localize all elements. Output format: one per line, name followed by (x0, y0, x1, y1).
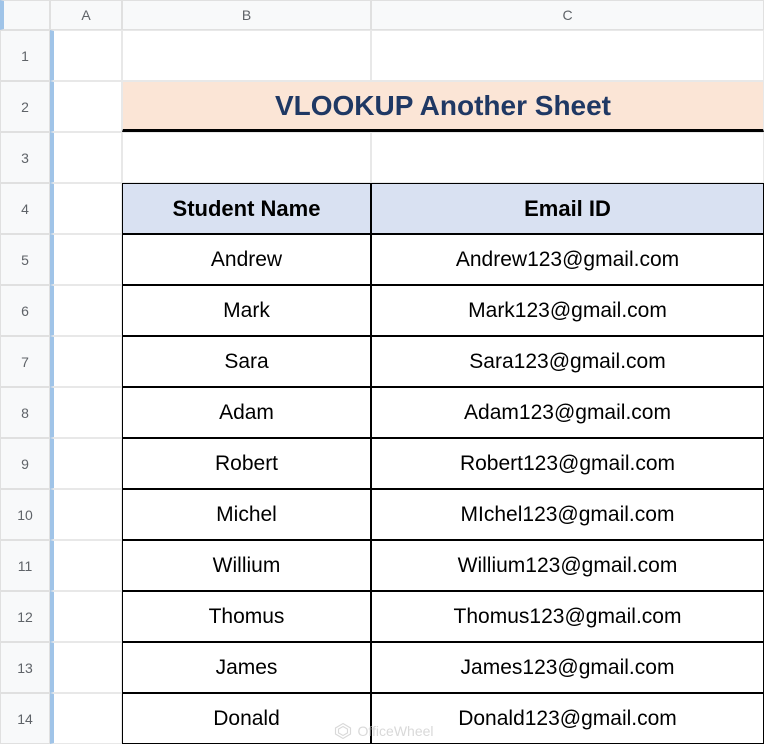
table-row[interactable]: Robert123@gmail.com (371, 438, 764, 489)
row-header-4[interactable]: 4 (0, 183, 50, 234)
cell-c3[interactable] (371, 132, 764, 183)
cell-c1[interactable] (371, 30, 764, 81)
table-row[interactable]: Adam123@gmail.com (371, 387, 764, 438)
cell-a13[interactable] (50, 642, 122, 693)
row-header-13[interactable]: 13 (0, 642, 50, 693)
spreadsheet-grid: A B C 1 2 VLOOKUP Another Sheet 3 4 Stud… (0, 0, 767, 744)
table-row[interactable]: MIchel123@gmail.com (371, 489, 764, 540)
table-header-email[interactable]: Email ID (371, 183, 764, 234)
row-header-7[interactable]: 7 (0, 336, 50, 387)
cell-a12[interactable] (50, 591, 122, 642)
cell-a14[interactable] (50, 693, 122, 744)
cell-a6[interactable] (50, 285, 122, 336)
row-header-1[interactable]: 1 (0, 30, 50, 81)
cell-a8[interactable] (50, 387, 122, 438)
row-header-8[interactable]: 8 (0, 387, 50, 438)
cell-a9[interactable] (50, 438, 122, 489)
watermark: OfficeWheel (334, 722, 434, 740)
table-row[interactable]: Thomus123@gmail.com (371, 591, 764, 642)
table-row[interactable]: James123@gmail.com (371, 642, 764, 693)
cell-a7[interactable] (50, 336, 122, 387)
table-row[interactable]: Robert (122, 438, 371, 489)
cell-a5[interactable] (50, 234, 122, 285)
col-header-a[interactable]: A (50, 0, 122, 30)
table-row[interactable]: Willium123@gmail.com (371, 540, 764, 591)
table-row[interactable]: Sara123@gmail.com (371, 336, 764, 387)
cell-a10[interactable] (50, 489, 122, 540)
table-header-name[interactable]: Student Name (122, 183, 371, 234)
row-header-5[interactable]: 5 (0, 234, 50, 285)
table-row[interactable]: Adam (122, 387, 371, 438)
table-row[interactable]: Michel (122, 489, 371, 540)
table-row[interactable]: Andrew (122, 234, 371, 285)
row-header-10[interactable]: 10 (0, 489, 50, 540)
table-row[interactable]: Mark123@gmail.com (371, 285, 764, 336)
row-header-14[interactable]: 14 (0, 693, 50, 744)
title-cell[interactable]: VLOOKUP Another Sheet (122, 81, 764, 132)
table-row[interactable]: Willium (122, 540, 371, 591)
cell-a1[interactable] (50, 30, 122, 81)
watermark-text: OfficeWheel (358, 723, 434, 739)
table-row[interactable]: Andrew123@gmail.com (371, 234, 764, 285)
logo-icon (334, 722, 352, 740)
cell-a2[interactable] (50, 81, 122, 132)
col-header-c[interactable]: C (371, 0, 764, 30)
select-all-corner[interactable] (0, 0, 50, 30)
row-header-9[interactable]: 9 (0, 438, 50, 489)
cell-a11[interactable] (50, 540, 122, 591)
row-header-11[interactable]: 11 (0, 540, 50, 591)
table-row[interactable]: Sara (122, 336, 371, 387)
cell-b1[interactable] (122, 30, 371, 81)
row-header-6[interactable]: 6 (0, 285, 50, 336)
table-row[interactable]: Mark (122, 285, 371, 336)
row-header-12[interactable]: 12 (0, 591, 50, 642)
row-header-3[interactable]: 3 (0, 132, 50, 183)
cell-a3[interactable] (50, 132, 122, 183)
table-row[interactable]: Thomus (122, 591, 371, 642)
cell-b3[interactable] (122, 132, 371, 183)
cell-a4[interactable] (50, 183, 122, 234)
table-row[interactable]: James (122, 642, 371, 693)
row-header-2[interactable]: 2 (0, 81, 50, 132)
col-header-b[interactable]: B (122, 0, 371, 30)
